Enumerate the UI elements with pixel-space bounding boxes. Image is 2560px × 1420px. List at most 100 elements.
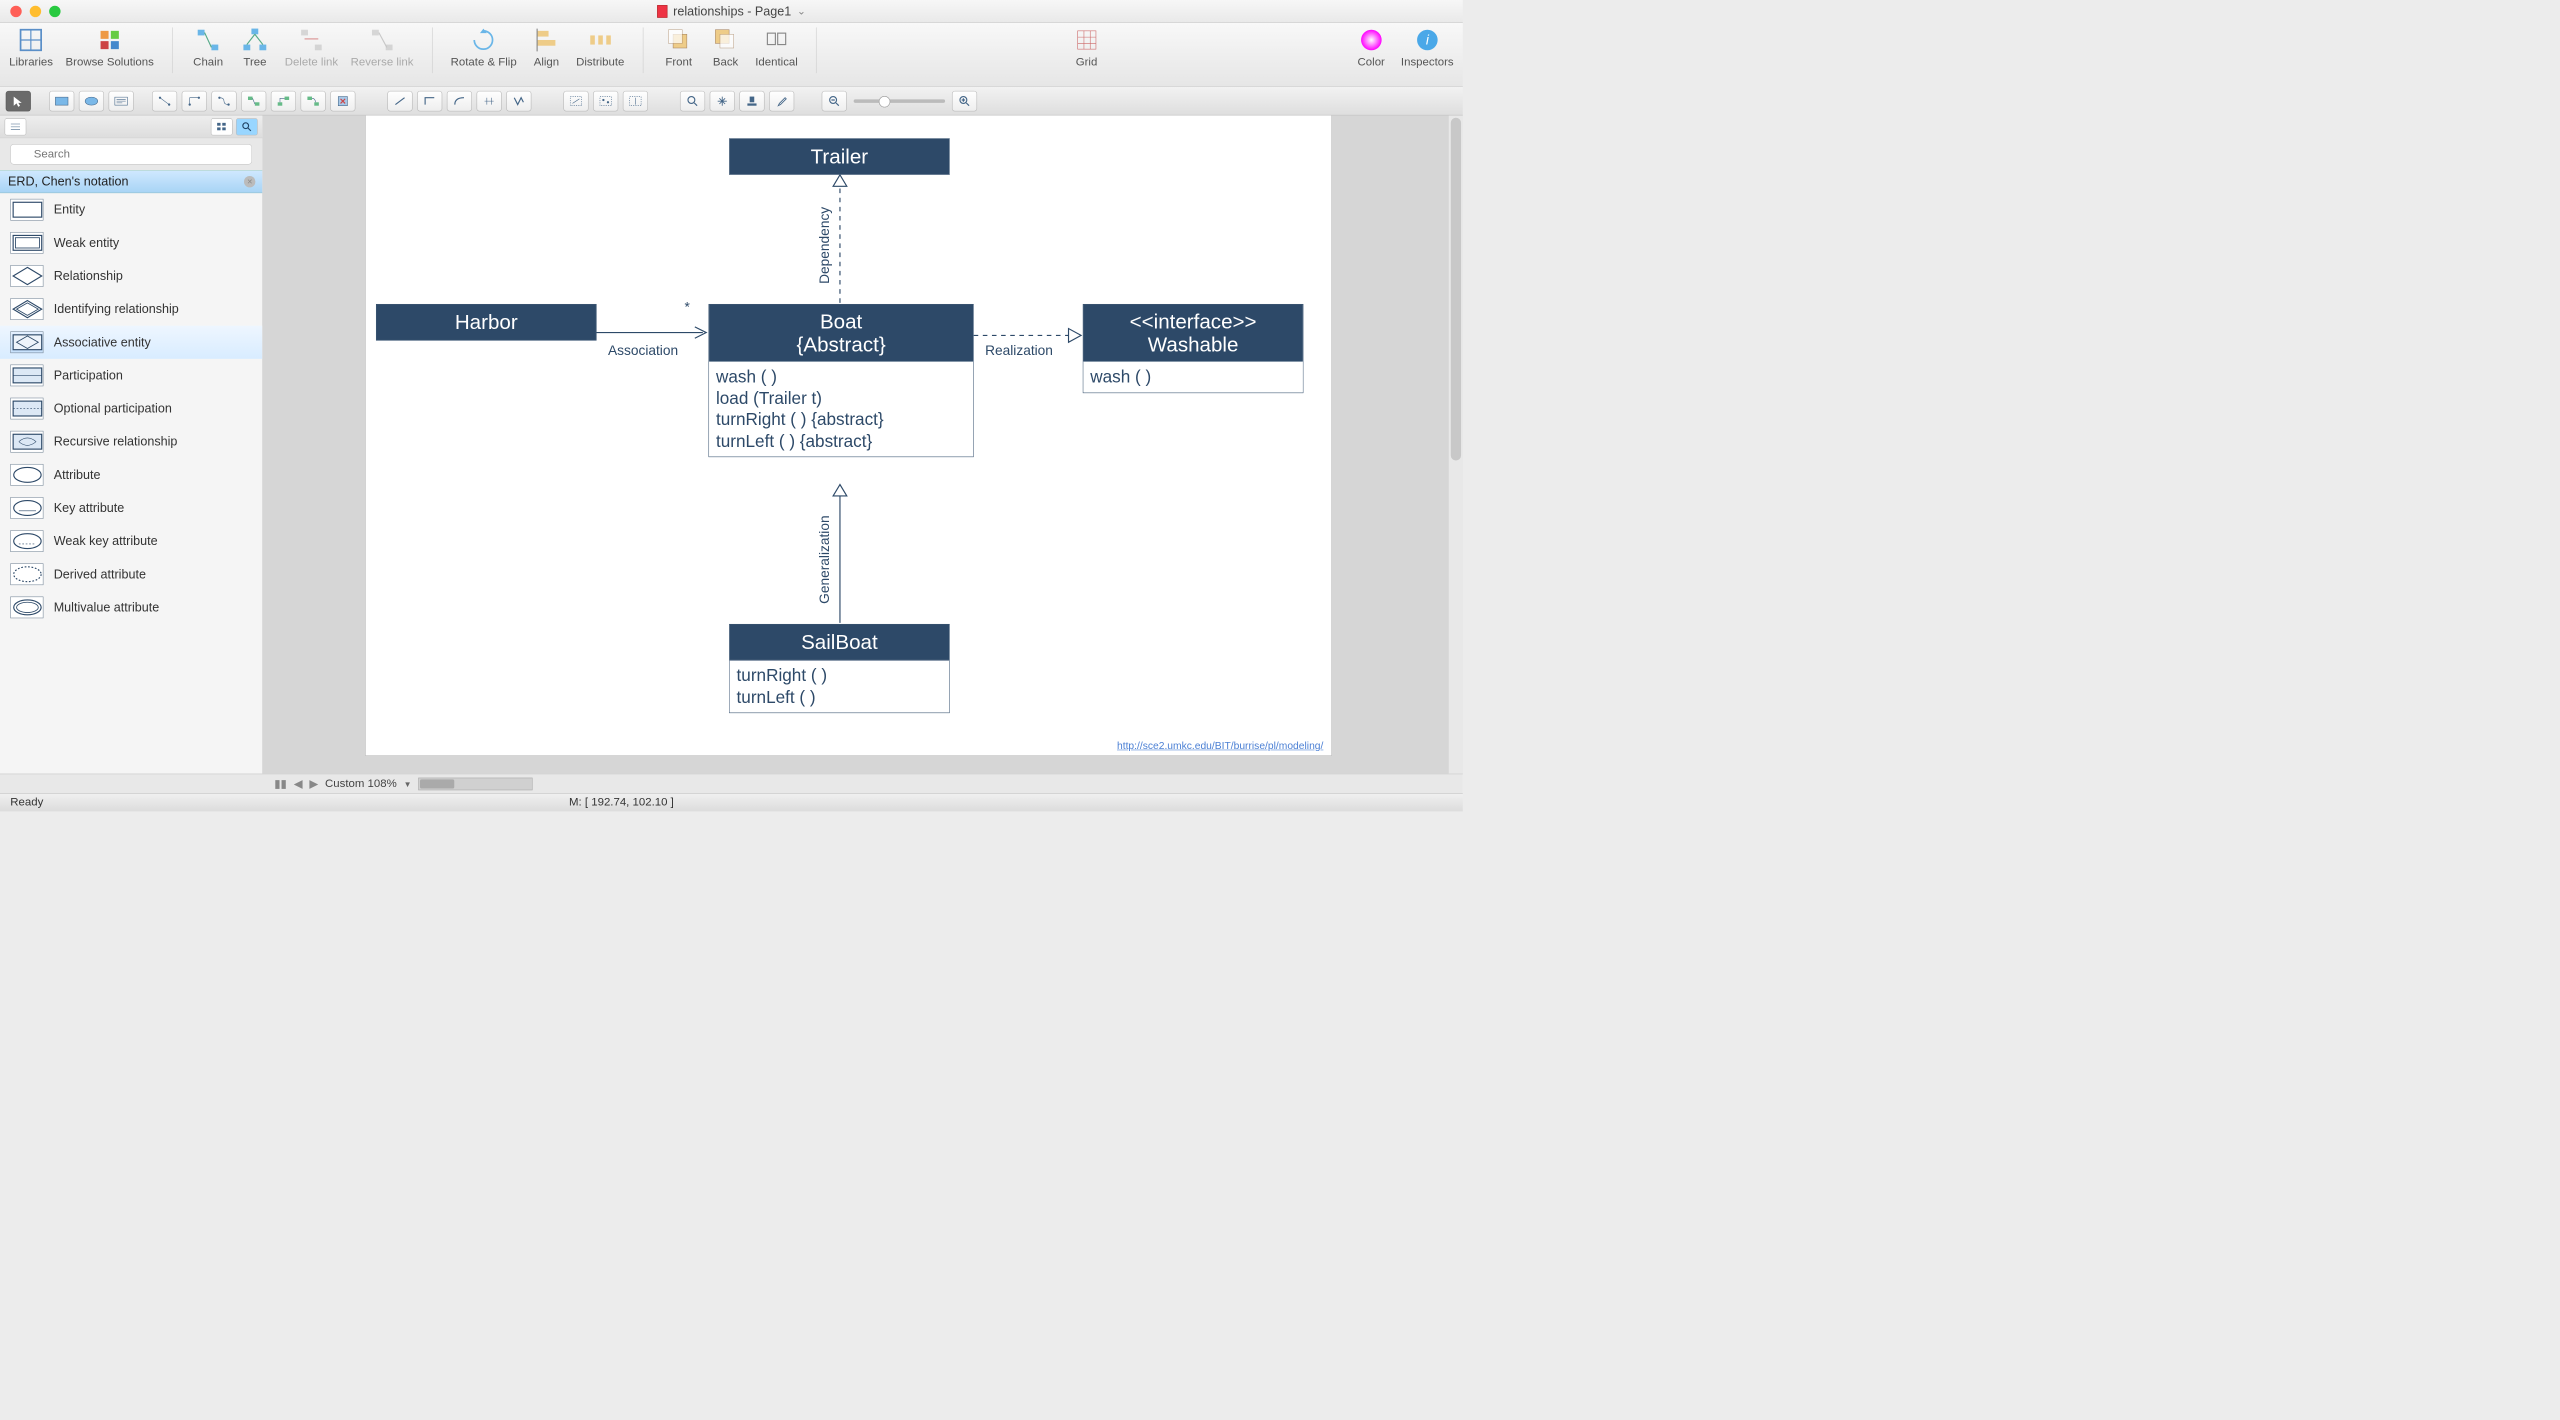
canvas-area[interactable]: Trailer Harbor Boat{Abstract} wash ( )lo… — [263, 115, 1463, 773]
source-link[interactable]: http://sce2.umkc.edu/BIT/burrise/pl/mode… — [1117, 740, 1323, 752]
pager-prev-icon[interactable]: ◀ — [294, 777, 303, 791]
connector-2[interactable] — [182, 91, 207, 112]
shape-thumb-icon — [10, 497, 43, 519]
zoom-slider[interactable] — [854, 99, 945, 102]
chevron-down-icon[interactable]: ⌄ — [797, 5, 806, 17]
inspectors-button[interactable]: i Inspectors — [1401, 27, 1454, 69]
shape-item[interactable]: Recursive relationship — [0, 425, 262, 458]
front-button[interactable]: Front — [662, 27, 696, 69]
eyedropper-tool[interactable] — [769, 91, 794, 112]
align-button[interactable]: Align — [529, 27, 563, 69]
shape-item-label: Optional participation — [54, 401, 172, 416]
status-mouse-pos: M: [ 192.74, 102.10 ] — [569, 796, 674, 809]
node-sailboat[interactable]: SailBoat turnRight ( )turnLeft ( ) — [729, 624, 950, 713]
shape-item[interactable]: Optional participation — [0, 392, 262, 425]
node-boat[interactable]: Boat{Abstract} wash ( )load (Trailer t)t… — [709, 304, 974, 457]
shape-item[interactable]: Derived attribute — [0, 558, 262, 591]
connector-6[interactable] — [301, 91, 326, 112]
document-icon — [657, 5, 667, 18]
shape-item-label: Weak key attribute — [54, 534, 158, 549]
grid-button[interactable]: Grid — [1069, 27, 1103, 69]
text-tool[interactable] — [109, 91, 134, 112]
tree-button[interactable]: Tree — [238, 27, 272, 69]
library-search-input[interactable] — [10, 144, 252, 165]
label-realization: Realization — [985, 343, 1053, 359]
connector-5[interactable] — [271, 91, 296, 112]
shape-thumb-icon — [10, 530, 43, 552]
label-generalization: Generalization — [817, 515, 833, 603]
shape-thumb-icon — [10, 563, 43, 585]
pager-pause-icon[interactable]: ▮▮ — [274, 777, 287, 791]
shape-item[interactable]: Key attribute — [0, 491, 262, 524]
library-sidebar: ERD, Chen's notation EntityWeak entityRe… — [0, 115, 263, 773]
shape-item[interactable]: Weak entity — [0, 226, 262, 259]
main-toolbar: Libraries Browse Solutions Chain Tree De… — [0, 23, 1463, 87]
rotate-flip-button[interactable]: Rotate & Flip — [451, 27, 517, 69]
sailboat-operations: turnRight ( )turnLeft ( ) — [730, 660, 949, 713]
shape-item-label: Key attribute — [54, 501, 125, 516]
delete-shape-tool[interactable] — [330, 91, 355, 112]
distribute-button[interactable]: Distribute — [576, 27, 624, 69]
pager-next-icon[interactable]: ▶ — [309, 777, 318, 791]
shape-item[interactable]: Associative entity — [0, 326, 262, 359]
shape-item[interactable]: Attribute — [0, 458, 262, 491]
reverse-link-button[interactable]: Reverse link — [351, 27, 414, 69]
vertical-scrollbar[interactable] — [1448, 115, 1463, 773]
shape-item-label: Recursive relationship — [54, 434, 178, 449]
window-title-text: relationships - Page1 — [673, 4, 791, 19]
sidebar-view-grid[interactable] — [211, 118, 233, 135]
connector-1[interactable] — [152, 91, 177, 112]
sidebar-search-toggle[interactable] — [236, 118, 258, 135]
shape-thumb-icon — [10, 232, 43, 254]
library-header[interactable]: ERD, Chen's notation — [0, 170, 262, 193]
identical-button[interactable]: Identical — [755, 27, 798, 69]
sidebar-view-tree[interactable] — [5, 118, 27, 135]
connector-3[interactable] — [211, 91, 236, 112]
shape-item[interactable]: Entity — [0, 193, 262, 226]
color-button[interactable]: Color — [1354, 27, 1388, 69]
zoom-tool[interactable] — [680, 91, 705, 112]
back-button[interactable]: Back — [708, 27, 742, 69]
edit-tool-1[interactable] — [563, 91, 588, 112]
delete-link-button[interactable]: Delete link — [285, 27, 338, 69]
shape-item[interactable]: Weak key attribute — [0, 525, 262, 558]
node-trailer[interactable]: Trailer — [729, 138, 950, 175]
shape-item-label: Multivalue attribute — [54, 600, 160, 615]
libraries-button[interactable]: Libraries — [9, 27, 53, 69]
close-window-button[interactable] — [10, 5, 21, 16]
shape-item-label: Derived attribute — [54, 567, 146, 582]
shape-item[interactable]: Multivalue attribute — [0, 591, 262, 624]
window-title: relationships - Page1 ⌄ — [657, 4, 805, 19]
fullscreen-window-button[interactable] — [49, 5, 60, 16]
line-tool-1[interactable] — [387, 91, 412, 112]
chain-button[interactable]: Chain — [191, 27, 225, 69]
zoom-in-button[interactable] — [952, 91, 977, 112]
line-tool-4[interactable] — [477, 91, 502, 112]
node-washable[interactable]: <<interface>>Washable wash ( ) — [1083, 304, 1304, 393]
pointer-tool[interactable] — [6, 91, 31, 112]
zoom-level-text[interactable]: Custom 108% — [325, 777, 397, 790]
zoom-out-button[interactable] — [822, 91, 847, 112]
edit-tool-3[interactable] — [623, 91, 648, 112]
diagram-canvas[interactable]: Trailer Harbor Boat{Abstract} wash ( )lo… — [366, 115, 1332, 755]
line-tool-5[interactable] — [506, 91, 531, 112]
edit-tool-2[interactable] — [593, 91, 618, 112]
shape-thumb-icon — [10, 265, 43, 287]
shape-item[interactable]: Participation — [0, 359, 262, 392]
horizontal-scrollbar[interactable] — [418, 777, 532, 790]
pan-tool[interactable] — [710, 91, 735, 112]
ellipse-tool[interactable] — [79, 91, 104, 112]
browse-solutions-button[interactable]: Browse Solutions — [66, 27, 154, 69]
stamp-tool[interactable] — [739, 91, 764, 112]
shape-item[interactable]: Relationship — [0, 259, 262, 292]
node-harbor[interactable]: Harbor — [376, 304, 597, 341]
shape-thumb-icon — [10, 398, 43, 420]
rect-tool[interactable] — [49, 91, 74, 112]
shape-item[interactable]: Identifying relationship — [0, 293, 262, 326]
status-bar: Ready M: [ 192.74, 102.10 ] — [0, 793, 1463, 811]
connector-4[interactable] — [241, 91, 266, 112]
label-association: Association — [608, 343, 678, 359]
minimize-window-button[interactable] — [30, 5, 41, 16]
line-tool-3[interactable] — [447, 91, 472, 112]
line-tool-2[interactable] — [417, 91, 442, 112]
